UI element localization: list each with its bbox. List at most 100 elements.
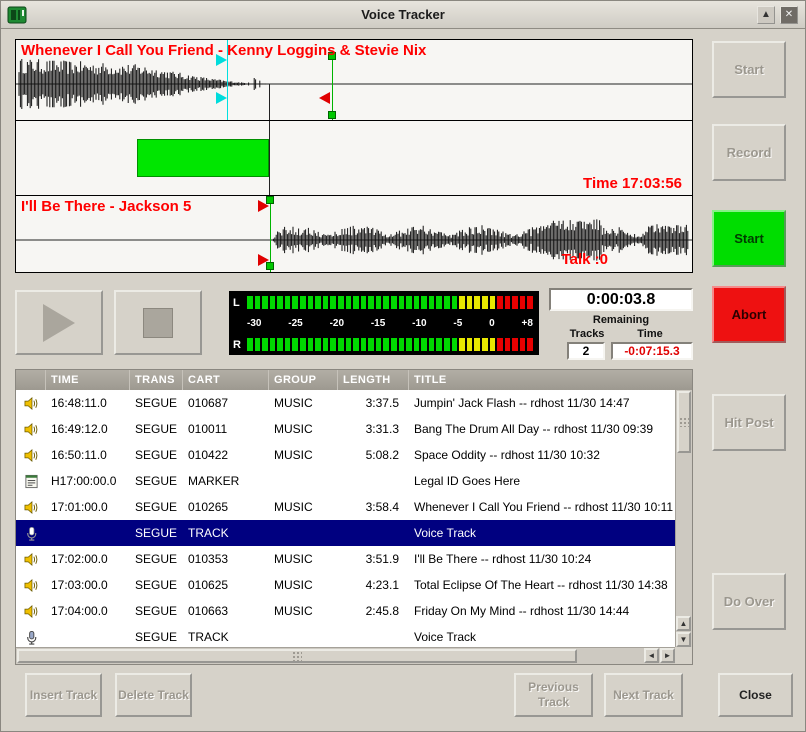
window-title: Voice Tracker	[1, 7, 805, 22]
speaker-icon	[16, 422, 46, 437]
next-track-button[interactable]: Next Track	[604, 673, 683, 717]
cell-title: Total Eclipse Of The Heart -- rdhost 11/…	[409, 578, 675, 592]
log-table-body: 16:48:11.0SEGUE010687MUSIC3:37.5Jumpin' …	[16, 390, 675, 647]
mic-icon	[16, 630, 46, 645]
table-row[interactable]: 16:50:11.0SEGUE010422MUSIC5:08.2Space Od…	[16, 442, 675, 468]
meter-tick: 0	[489, 318, 495, 329]
cell-cart: 010265	[183, 500, 269, 514]
do-over-button[interactable]: Do Over	[712, 573, 786, 630]
track2-waveform-lane[interactable]: I'll Be There - Jackson 5 Talk :0	[16, 196, 692, 272]
vertical-scrollbar-thumb[interactable]	[677, 391, 691, 453]
cell-time: 17:01:00.0	[46, 500, 130, 514]
shade-window-icon[interactable]: ▲	[757, 6, 775, 24]
start-track2-button[interactable]: Start	[712, 210, 786, 267]
cell-group: MUSIC	[269, 500, 338, 514]
table-row[interactable]: SEGUETRACKVoice Track	[16, 520, 675, 546]
cell-length: 3:58.4	[338, 500, 409, 514]
cell-trans: SEGUE	[130, 526, 183, 540]
cell-length: 3:51.9	[338, 552, 409, 566]
cell-time: 16:50:11.0	[46, 448, 130, 462]
cell-trans: SEGUE	[130, 630, 183, 644]
meter-scale: -30-25-20-15-10-50+8	[233, 318, 533, 329]
cell-cart: 010663	[183, 604, 269, 618]
abort-button[interactable]: Abort	[712, 286, 786, 343]
previous-track-button[interactable]: Previous Track	[514, 673, 593, 717]
start-track1-button[interactable]: Start	[712, 41, 786, 98]
cell-group: MUSIC	[269, 604, 338, 618]
play-icon	[43, 304, 75, 342]
tracker-panel: Whenever I Call You Friend - Kenny Loggi…	[15, 39, 693, 273]
meter-tick: -15	[371, 318, 385, 329]
table-row[interactable]: 16:48:11.0SEGUE010687MUSIC3:37.5Jumpin' …	[16, 390, 675, 416]
header-group[interactable]: GROUP	[269, 370, 338, 390]
table-row[interactable]: H17:00:00.0SEGUEMARKERLegal ID Goes Here	[16, 468, 675, 494]
close-window-icon[interactable]: ✕	[780, 6, 798, 24]
titlebar[interactable]: Voice Tracker ▲ ✕	[1, 1, 805, 29]
vertical-scrollbar[interactable]: ▲ ▼	[675, 390, 692, 647]
playhead-line	[269, 121, 270, 195]
voice-tracker-window: Voice Tracker ▲ ✕ Whenever I Call You Fr…	[0, 0, 806, 732]
close-button[interactable]: Close	[718, 673, 793, 717]
header-time[interactable]: TIME	[46, 370, 130, 390]
play-button[interactable]	[15, 290, 103, 355]
cell-cart: 010353	[183, 552, 269, 566]
table-row[interactable]: 17:03:00.0SEGUE010625MUSIC4:23.1Total Ec…	[16, 572, 675, 598]
track1-waveform-lane[interactable]: Whenever I Call You Friend - Kenny Loggi…	[16, 40, 692, 121]
cell-trans: SEGUE	[130, 578, 183, 592]
hit-post-button[interactable]: Hit Post	[712, 394, 786, 451]
cell-trans: SEGUE	[130, 474, 183, 488]
delete-track-button[interactable]: Delete Track	[115, 673, 192, 717]
voicetrack-region[interactable]	[137, 139, 269, 177]
cell-trans: SEGUE	[130, 604, 183, 618]
horizontal-scrollbar-thumb[interactable]	[17, 649, 577, 663]
record-button[interactable]: Record	[712, 124, 786, 181]
left-channel-label: L	[233, 297, 243, 309]
start-marker-icon[interactable]	[258, 200, 269, 212]
voicetrack-lane[interactable]: Time 17:03:56	[16, 121, 692, 196]
stop-button[interactable]	[114, 290, 202, 355]
start-marker-icon[interactable]	[258, 254, 269, 266]
scroll-right-icon[interactable]: ►	[660, 648, 675, 663]
remaining-time-value: -0:07:15.3	[611, 342, 693, 360]
insert-track-button[interactable]: Insert Track	[25, 673, 102, 717]
scrollbar-corner	[675, 647, 692, 664]
cell-cart: MARKER	[183, 474, 269, 488]
log-table-header[interactable]: TIME TRANS CART GROUP LENGTH TITLE	[16, 370, 692, 390]
cell-time: 17:04:00.0	[46, 604, 130, 618]
speaker-icon	[16, 578, 46, 593]
track1-title: Whenever I Call You Friend - Kenny Loggi…	[21, 42, 426, 59]
header-cart[interactable]: CART	[183, 370, 269, 390]
table-row[interactable]: 17:01:00.0SEGUE010265MUSIC3:58.4Whenever…	[16, 494, 675, 520]
audio-meter-panel: L -30-25-20-15-10-50+8 R	[229, 291, 539, 355]
fade-marker-icon[interactable]	[319, 92, 330, 104]
header-length[interactable]: LENGTH	[338, 370, 409, 390]
cell-trans: SEGUE	[130, 422, 183, 436]
table-row[interactable]: 16:49:12.0SEGUE010011MUSIC3:31.3Bang The…	[16, 416, 675, 442]
cell-title: I'll Be There -- rdhost 11/30 10:24	[409, 552, 675, 566]
marker-handle-icon[interactable]	[328, 111, 336, 119]
segue-marker-handle-bottom-icon[interactable]	[216, 92, 227, 104]
header-title[interactable]: TITLE	[409, 370, 692, 390]
cell-group: MUSIC	[269, 396, 338, 410]
track2-start-marker-line[interactable]	[270, 198, 271, 272]
right-channel-label: R	[233, 339, 243, 351]
wallclock-time-label: Time 17:03:56	[583, 175, 682, 192]
table-row[interactable]: SEGUETRACKVoice Track	[16, 624, 675, 647]
cell-length: 5:08.2	[338, 448, 409, 462]
cell-length: 2:45.8	[338, 604, 409, 618]
talk-time-label: Talk :0	[562, 251, 608, 268]
remaining-tracks-label: Tracks	[557, 328, 617, 340]
scroll-down-icon[interactable]: ▼	[676, 632, 691, 647]
cell-length: 3:31.3	[338, 422, 409, 436]
meter-tick: -30	[247, 318, 261, 329]
header-trans[interactable]: TRANS	[130, 370, 183, 390]
table-row[interactable]: 17:02:00.0SEGUE010353MUSIC3:51.9I'll Be …	[16, 546, 675, 572]
scroll-left-icon[interactable]: ◄	[644, 648, 659, 663]
table-row[interactable]: 17:04:00.0SEGUE010663MUSIC2:45.8Friday O…	[16, 598, 675, 624]
horizontal-scrollbar[interactable]: ◄ ►	[16, 647, 675, 664]
cell-title: Whenever I Call You Friend -- rdhost 11/…	[409, 500, 675, 514]
cell-time: 17:02:00.0	[46, 552, 130, 566]
scroll-up-icon[interactable]: ▲	[676, 616, 691, 631]
speaker-icon	[16, 448, 46, 463]
cell-title: Voice Track	[409, 526, 675, 540]
